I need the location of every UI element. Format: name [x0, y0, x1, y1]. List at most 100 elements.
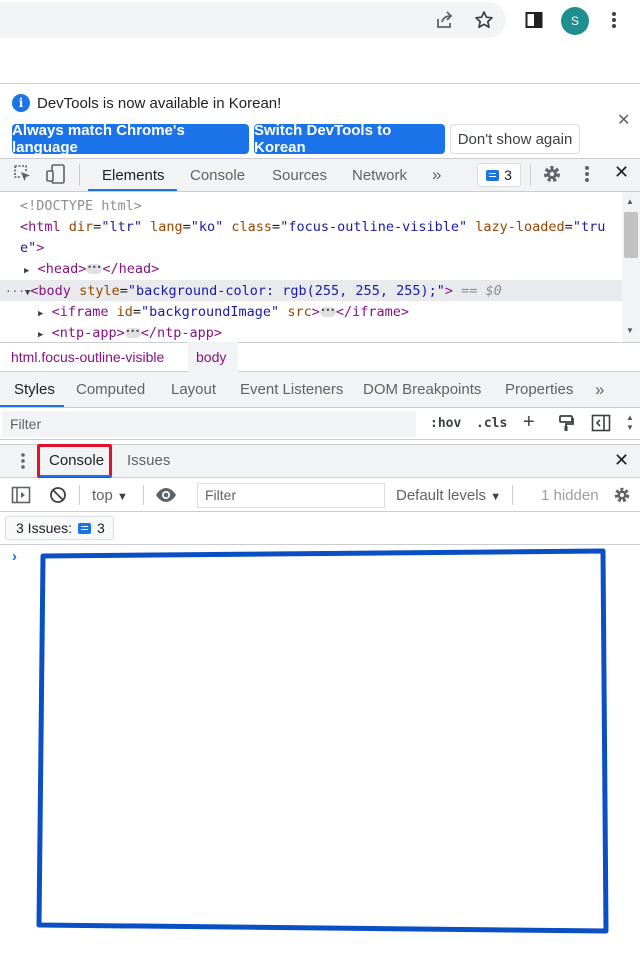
bookmark-star-icon[interactable]	[472, 8, 496, 32]
tab-computed[interactable]: Computed	[76, 372, 145, 408]
attr-name: id	[116, 304, 133, 320]
clear-console-icon[interactable]	[49, 486, 67, 509]
hov-toggle[interactable]: :hov	[430, 416, 461, 431]
ntp-app-close-tag: </ntp-app>	[140, 325, 222, 341]
active-tab-indicator	[88, 189, 177, 191]
issue-message-icon	[486, 169, 500, 181]
more-tabs-icon[interactable]: »	[595, 372, 604, 408]
infobar-message: DevTools is now available in Korean!	[37, 95, 282, 112]
dom-doctype-line[interactable]: <!DOCTYPE html>	[20, 196, 142, 217]
toggle-sidebar-icon[interactable]	[591, 414, 611, 437]
close-drawer-icon[interactable]: ✕	[614, 450, 629, 471]
context-label: top	[92, 487, 113, 504]
paint-icon[interactable]	[557, 414, 575, 437]
iframe-tag: <iframe	[51, 304, 109, 320]
close-devtools-icon[interactable]: ✕	[614, 162, 629, 183]
html-tag: <html	[20, 219, 61, 235]
scroll-arrows-icon[interactable]: ▲ ▼	[626, 413, 634, 433]
issues-label: 3 Issues:	[16, 520, 73, 536]
issues-count: 3	[97, 520, 105, 536]
sidebar-toggle-icon[interactable]	[11, 486, 31, 509]
attr-name: lazy-loaded	[475, 219, 565, 235]
close-icon[interactable]: ✕	[617, 110, 630, 130]
console-filter-input[interactable]: Filter	[197, 483, 385, 508]
tab-layout[interactable]: Layout	[171, 372, 216, 408]
address-bar[interactable]	[0, 2, 506, 38]
profile-initial: S	[570, 14, 579, 28]
issues-count: 3	[504, 167, 512, 183]
body-tag: <body	[30, 283, 71, 299]
share-icon[interactable]	[432, 8, 456, 32]
attr-value: "focus-outline-visible"	[280, 219, 468, 235]
devtools-menu-icon[interactable]	[584, 164, 590, 189]
dom-html-line-wrap: e">	[20, 240, 45, 256]
page-content	[0, 44, 640, 84]
switch-to-korean-button[interactable]: Switch DevTools to Korean	[254, 122, 445, 156]
dom-iframe-line[interactable]: ▶ <iframe id="backgroundImage" src>•••</…	[38, 302, 409, 323]
expand-triangle-icon[interactable]: ▶	[24, 266, 29, 276]
ellipsis-icon[interactable]: •••	[319, 307, 336, 317]
drawer-menu-icon[interactable]	[20, 452, 26, 475]
tab-event-listeners[interactable]: Event Listeners	[240, 372, 343, 408]
attr-name: dir	[68, 219, 94, 235]
scrollbar-thumb[interactable]	[624, 212, 638, 258]
iframe-close-tag: </iframe>	[335, 304, 410, 320]
attr-name: class	[231, 219, 273, 235]
more-tabs-icon[interactable]: »	[432, 158, 441, 192]
styles-filter-input[interactable]: Filter	[2, 411, 416, 437]
tab-console[interactable]: Console	[190, 158, 245, 192]
dom-body-line[interactable]: ···▼<body style="background-color: rgb(2…	[5, 281, 502, 302]
ellipsis-icon[interactable]: •••	[86, 264, 103, 274]
live-expression-eye-icon[interactable]	[155, 487, 177, 508]
side-panel-icon[interactable]	[522, 8, 546, 32]
attr-value: e"	[20, 240, 37, 256]
divider	[530, 164, 531, 186]
expand-triangle-icon[interactable]: ▶	[38, 309, 43, 319]
tab-sources[interactable]: Sources	[272, 158, 327, 192]
blue-annotation-box	[36, 548, 609, 934]
scroll-down-icon[interactable]: ▼	[626, 326, 634, 335]
log-levels-dropdown[interactable]: Default levels ▼	[396, 487, 501, 504]
chrome-menu-icon[interactable]	[602, 8, 626, 32]
node-menu-icon[interactable]: ···	[5, 285, 25, 298]
red-highlight-box	[37, 444, 112, 478]
scroll-up-icon[interactable]: ▲	[626, 197, 634, 206]
new-style-rule-icon[interactable]: +	[523, 411, 535, 434]
dom-ntp-app-line[interactable]: ▶ <ntp-app>•••</ntp-app>	[38, 323, 222, 344]
cls-toggle[interactable]: .cls	[476, 416, 507, 431]
context-selector[interactable]: top ▼	[92, 487, 128, 504]
expand-triangle-icon[interactable]: ▶	[38, 330, 43, 340]
hidden-messages-count: 1 hidden	[541, 487, 599, 504]
issue-message-icon	[78, 522, 92, 534]
divider	[512, 485, 513, 505]
attr-value: "ltr"	[101, 219, 142, 235]
issues-button[interactable]: 3 Issues: 3	[5, 516, 114, 540]
breadcrumb-body[interactable]: body	[188, 342, 238, 372]
inspect-element-icon[interactable]	[12, 163, 34, 185]
active-tab-indicator	[0, 405, 64, 407]
always-match-language-button[interactable]: Always match Chrome's language	[12, 122, 249, 156]
breadcrumb-html[interactable]: html.focus-outline-visible	[11, 342, 164, 372]
dom-head-line[interactable]: ▶ <head>•••</head>	[24, 259, 159, 280]
dropdown-icon: ▼	[117, 491, 128, 503]
settings-gear-icon[interactable]	[541, 163, 563, 185]
attr-name: lang	[150, 219, 183, 235]
tab-network[interactable]: Network	[352, 158, 407, 192]
console-settings-gear-icon[interactable]	[612, 485, 632, 510]
profile-avatar[interactable]: S	[561, 7, 589, 35]
dom-html-line[interactable]: <html dir="ltr" lang="ko" class="focus-o…	[20, 217, 605, 238]
tab-elements[interactable]: Elements	[102, 158, 165, 192]
dont-show-again-button[interactable]: Don't show again	[450, 124, 580, 154]
info-icon: i	[12, 94, 30, 112]
tab-dom-breakpoints[interactable]: DOM Breakpoints	[363, 372, 481, 408]
active-tab-indicator	[40, 475, 112, 477]
tab-styles[interactable]: Styles	[14, 372, 55, 408]
tab-properties[interactable]: Properties	[505, 372, 573, 408]
device-toggle-icon[interactable]	[45, 163, 67, 185]
log-levels-label: Default levels	[396, 487, 487, 504]
ellipsis-icon[interactable]: •••	[124, 328, 141, 338]
attr-value: "ko"	[190, 219, 224, 235]
attr-name: src	[287, 304, 312, 320]
issues-counter-button[interactable]: 3	[477, 163, 521, 187]
drawer-tab-issues[interactable]: Issues	[127, 452, 170, 469]
